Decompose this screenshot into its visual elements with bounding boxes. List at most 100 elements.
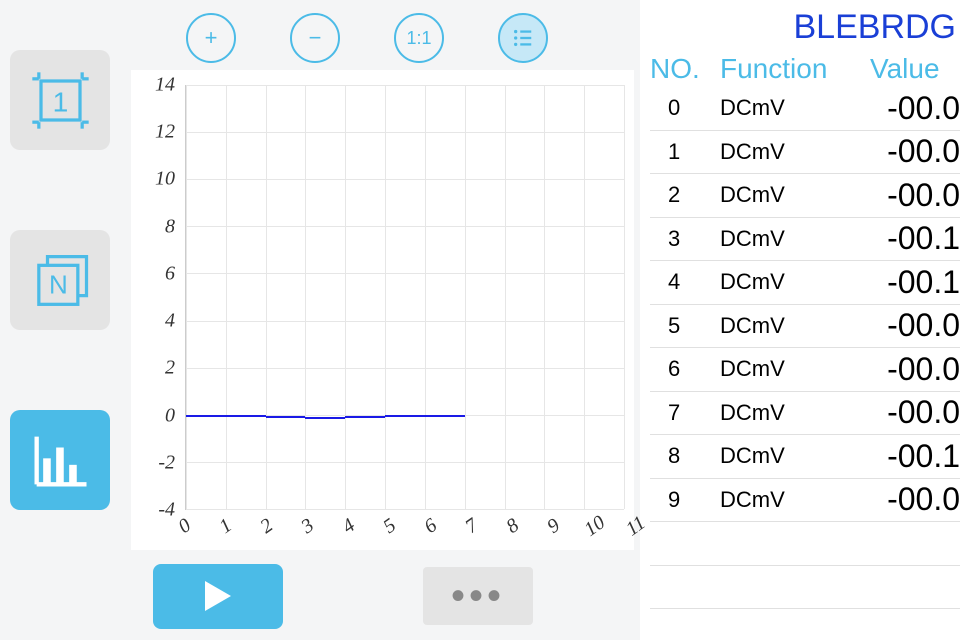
cell-no: 0: [650, 95, 720, 121]
y-tick: 4: [165, 310, 175, 333]
chart-mode-button[interactable]: [10, 410, 110, 510]
mode-1-button[interactable]: 1: [10, 50, 110, 150]
cell-no: 7: [650, 400, 720, 426]
onetoone-icon: 1:1: [406, 28, 431, 49]
table-row: [650, 522, 960, 566]
table-row[interactable]: 3DCmV-00.1: [650, 218, 960, 262]
play-button[interactable]: [153, 564, 283, 629]
cell-value: -00.0: [870, 307, 960, 344]
device-title: BLEBRDG: [650, 8, 960, 53]
table-header: NO. Function Value: [650, 53, 960, 87]
chart-toolbar: + − 1:1: [131, 8, 634, 68]
bar-chart-icon: [28, 428, 93, 493]
table-row[interactable]: 8DCmV-00.1: [650, 435, 960, 479]
crop-1-icon: 1: [28, 68, 93, 133]
cell-value: -00.0: [870, 177, 960, 214]
table-row[interactable]: 4DCmV-00.1: [650, 261, 960, 305]
y-tick: 10: [155, 168, 175, 191]
table-row[interactable]: 1DCmV-00.0: [650, 131, 960, 175]
x-tick: 10: [580, 511, 610, 541]
cell-value: -00.0: [870, 133, 960, 170]
table-row[interactable]: 0DCmV-00.0: [650, 87, 960, 131]
play-icon: [203, 579, 233, 613]
x-tick: 0: [174, 514, 195, 539]
cell-no: 1: [650, 139, 720, 165]
cell-function: DCmV: [720, 269, 870, 295]
data-line-segment: [345, 416, 385, 418]
table-row[interactable]: 7DCmV-00.0: [650, 392, 960, 436]
cell-value: -00.0: [870, 90, 960, 127]
data-line-segment: [425, 415, 465, 417]
table-row[interactable]: 6DCmV-00.0: [650, 348, 960, 392]
zoom-reset-button[interactable]: 1:1: [394, 13, 444, 63]
cell-function: DCmV: [720, 226, 870, 252]
data-line-segment: [305, 417, 345, 419]
cell-function: DCmV: [720, 400, 870, 426]
cell-value: -00.1: [870, 220, 960, 257]
x-tick: 1: [215, 514, 236, 539]
table-row: [650, 566, 960, 610]
cell-function: DCmV: [720, 182, 870, 208]
x-tick: 4: [338, 514, 359, 539]
x-tick: 3: [297, 514, 318, 539]
left-sidebar: 1 N: [0, 0, 125, 640]
data-line-segment: [266, 416, 306, 418]
zoom-out-button[interactable]: −: [290, 13, 340, 63]
y-axis: -4-202468101214: [131, 85, 181, 510]
x-tick: 9: [543, 514, 564, 539]
mode-n-button[interactable]: N: [10, 230, 110, 330]
col-header-value: Value: [870, 53, 960, 85]
data-panel: BLEBRDG NO. Function Value 0DCmV-00.01DC…: [640, 0, 960, 640]
stack-n-icon: N: [28, 248, 93, 313]
y-tick: 0: [165, 404, 175, 427]
cell-no: 5: [650, 313, 720, 339]
cell-function: DCmV: [720, 313, 870, 339]
x-tick: 5: [379, 514, 400, 539]
playback-row: •••: [131, 550, 634, 630]
plot-area: [185, 85, 624, 510]
x-tick: 7: [461, 514, 482, 539]
x-axis: 01234567891011: [173, 515, 624, 545]
table-row[interactable]: 9DCmV-00.0: [650, 479, 960, 523]
cell-value: -00.1: [870, 264, 960, 301]
cell-no: 4: [650, 269, 720, 295]
x-tick: 8: [502, 514, 523, 539]
zoom-in-button[interactable]: +: [186, 13, 236, 63]
y-tick: 2: [165, 357, 175, 380]
y-tick: 12: [155, 121, 175, 144]
cell-function: DCmV: [720, 487, 870, 513]
data-line-segment: [226, 415, 266, 417]
table-row[interactable]: 2DCmV-00.0: [650, 174, 960, 218]
table-body[interactable]: 0DCmV-00.01DCmV-00.02DCmV-00.03DCmV-00.1…: [650, 87, 960, 640]
cell-no: 2: [650, 182, 720, 208]
dots-icon: •••: [451, 574, 505, 619]
plus-icon: +: [205, 25, 218, 51]
list-icon: [512, 27, 534, 49]
cell-no: 3: [650, 226, 720, 252]
more-button[interactable]: •••: [423, 567, 533, 625]
cell-value: -00.0: [870, 481, 960, 518]
cell-value: -00.0: [870, 351, 960, 388]
cell-function: DCmV: [720, 356, 870, 382]
y-tick: 8: [165, 215, 175, 238]
col-header-function: Function: [720, 53, 870, 85]
x-tick: 6: [420, 514, 441, 539]
y-tick: -2: [158, 451, 175, 474]
cell-value: -00.0: [870, 394, 960, 431]
cell-function: DCmV: [720, 95, 870, 121]
show-list-button[interactable]: [498, 13, 548, 63]
y-tick: 14: [155, 74, 175, 97]
cell-no: 6: [650, 356, 720, 382]
cell-function: DCmV: [720, 139, 870, 165]
data-line-segment: [385, 415, 425, 417]
svg-text:N: N: [48, 269, 67, 299]
cell-function: DCmV: [720, 443, 870, 469]
table-row[interactable]: 5DCmV-00.0: [650, 305, 960, 349]
center-panel: + − 1:1 -4-202468101214 01234567891011: [125, 0, 640, 640]
data-line-segment: [186, 415, 226, 417]
svg-text:1: 1: [52, 86, 68, 117]
cell-no: 9: [650, 487, 720, 513]
cell-no: 8: [650, 443, 720, 469]
cell-value: -00.1: [870, 438, 960, 475]
col-header-no: NO.: [650, 53, 720, 85]
